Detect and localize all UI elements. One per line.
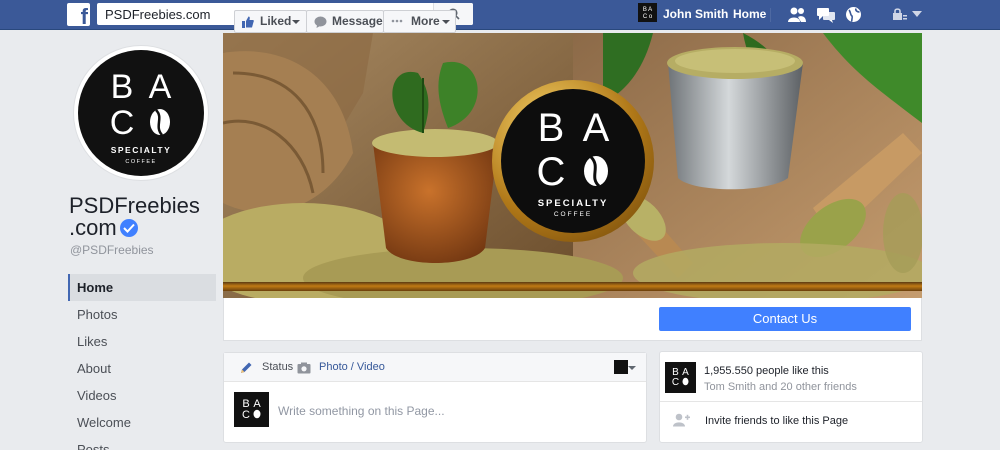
- search-input[interactable]: PSDFreebies.com: [105, 7, 210, 22]
- tab-status[interactable]: Status: [262, 361, 293, 373]
- svg-text:B: B: [538, 106, 565, 150]
- friends-who-like[interactable]: Tom Smith and 20 other friends: [704, 381, 857, 393]
- top-navigation-bar: f PSDFreebies.com B A C o John Smith Hom…: [0, 0, 1000, 30]
- invite-friends-link[interactable]: Invite friends to like this Page: [705, 415, 848, 427]
- cover-gold-bar: [223, 282, 922, 291]
- svg-text:B: B: [111, 68, 134, 106]
- user-avatar[interactable]: B A C o: [638, 3, 657, 22]
- sidebar-item-welcome[interactable]: Welcome: [68, 409, 216, 436]
- sidebar-item-photos[interactable]: Photos: [68, 301, 216, 328]
- svg-text:C o: C o: [643, 14, 653, 20]
- liked-button[interactable]: Liked: [234, 10, 307, 33]
- divider: [660, 401, 922, 402]
- message-label: Message: [332, 14, 383, 28]
- add-friend-icon: [673, 413, 690, 427]
- brand-logo: B A C SPECIALTY COFFEE: [78, 50, 204, 176]
- svg-text:A: A: [682, 367, 689, 378]
- sidebar-item-home[interactable]: Home: [68, 274, 216, 301]
- sidebar-item-videos[interactable]: Videos: [68, 382, 216, 409]
- home-link[interactable]: Home: [733, 7, 766, 21]
- lock-icon[interactable]: [892, 8, 908, 21]
- more-button[interactable]: More: [383, 10, 456, 33]
- composer-tabs: Status Photo / Video: [224, 353, 646, 382]
- page-handle[interactable]: @PSDFreebies: [70, 243, 154, 257]
- pencil-icon: [241, 362, 252, 373]
- composer-avatar: B A C: [234, 392, 269, 427]
- more-label: More: [411, 14, 440, 28]
- verified-badge-icon: [119, 219, 138, 237]
- svg-text:COFFEE: COFFEE: [554, 211, 592, 218]
- globe-icon[interactable]: [845, 6, 862, 23]
- camera-icon: [297, 362, 311, 374]
- profile-picture[interactable]: B A C SPECIALTY COFFEE: [73, 45, 209, 181]
- more-dots-icon: [391, 19, 403, 23]
- page-title[interactable]: PSDFreebies .com: [69, 195, 200, 239]
- friends-icon[interactable]: [787, 6, 807, 23]
- svg-text:A: A: [253, 398, 261, 410]
- tab-photo-video[interactable]: Photo / Video: [319, 361, 385, 373]
- contact-us-button[interactable]: Contact Us: [659, 307, 911, 331]
- svg-text:SPECIALTY: SPECIALTY: [538, 198, 609, 209]
- sidebar-item-likes[interactable]: Likes: [68, 328, 216, 355]
- divider: [770, 8, 771, 22]
- liked-label: Liked: [260, 14, 292, 28]
- svg-text:COFFEE: COFFEE: [125, 159, 156, 165]
- user-name-link[interactable]: John Smith: [663, 7, 728, 21]
- svg-text:C: C: [110, 104, 135, 142]
- liked-caret-icon: [292, 20, 300, 24]
- write-post-input[interactable]: Write something on this Page...: [278, 404, 445, 418]
- facebook-logo-icon[interactable]: f: [67, 3, 90, 26]
- page-sidebar-nav: Home Photos Likes About Videos Welcome P…: [68, 274, 216, 450]
- likes-box: B A C 1,955.550 people like this Tom Smi…: [659, 351, 923, 443]
- svg-text:SPECIALTY: SPECIALTY: [111, 145, 172, 155]
- messages-icon[interactable]: [816, 6, 836, 23]
- sidebar-item-posts[interactable]: Posts: [68, 436, 216, 450]
- more-caret-icon: [442, 20, 450, 24]
- likes-page-avatar: B A C: [665, 362, 696, 393]
- post-as-avatar[interactable]: [614, 360, 628, 374]
- svg-text:C: C: [537, 150, 566, 194]
- page-title-line2: .com: [69, 215, 117, 240]
- sidebar-item-about[interactable]: About: [68, 355, 216, 382]
- messenger-icon: [314, 16, 327, 28]
- post-as-caret-icon[interactable]: [628, 366, 636, 370]
- message-button[interactable]: Message: [306, 10, 384, 33]
- post-composer: Status Photo / Video B A C Write somethi…: [223, 352, 647, 443]
- svg-text:A: A: [149, 68, 172, 106]
- caret-down-icon[interactable]: [912, 11, 922, 17]
- svg-text:B A: B A: [643, 7, 652, 13]
- svg-text:A: A: [583, 106, 610, 150]
- cover-brand-logo: B A C SPECIALTY COFFEE: [492, 80, 654, 242]
- svg-text:C: C: [672, 377, 679, 388]
- thumbs-up-icon: [242, 16, 254, 28]
- likes-count[interactable]: 1,955.550 people like this: [704, 365, 829, 377]
- svg-text:C: C: [242, 409, 250, 421]
